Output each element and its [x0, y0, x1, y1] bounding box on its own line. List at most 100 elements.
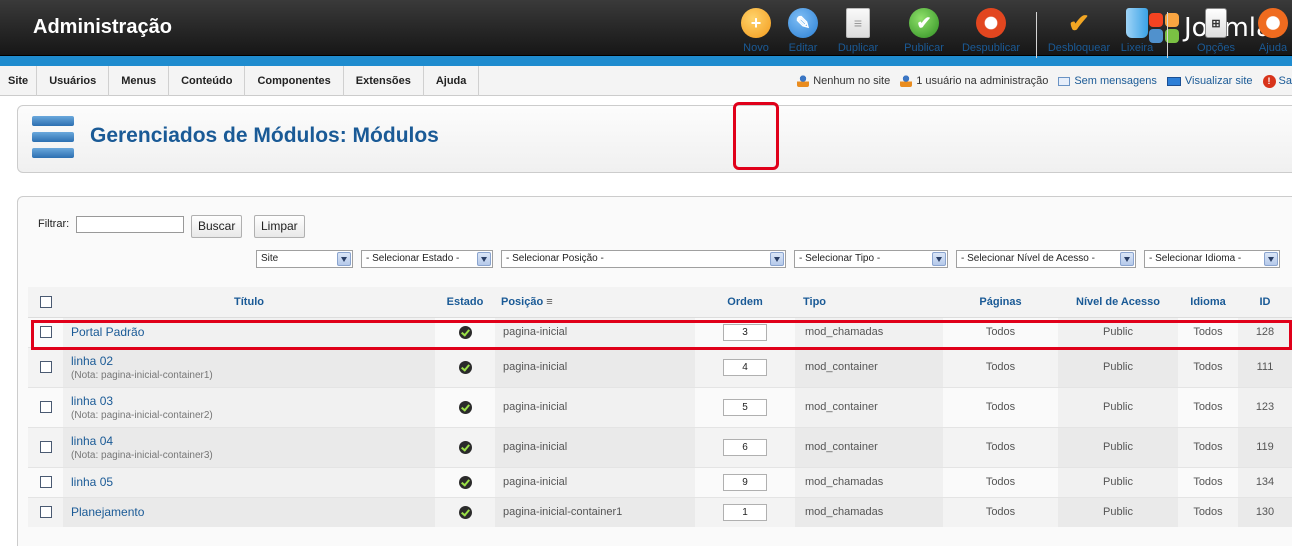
menu-conteudo[interactable]: Conteúdo [169, 66, 246, 96]
access-cell: Public [1058, 496, 1178, 527]
menu-extensoes[interactable]: Extensões [344, 66, 424, 96]
editar-button[interactable]: ✎ Editar [785, 8, 821, 54]
lixeira-button[interactable]: Lixeira [1117, 8, 1157, 54]
row-checkbox-cell [28, 426, 63, 467]
col-nivel-acesso[interactable]: Nível de Acesso [1058, 287, 1178, 318]
messages-link[interactable]: Sem mensagens [1058, 75, 1157, 87]
module-title-link[interactable]: linha 03 [71, 394, 435, 408]
position-cell: pagina-inicial [495, 346, 695, 387]
published-check-icon[interactable] [458, 475, 472, 489]
module-title-link[interactable]: Planejamento [71, 505, 435, 519]
ajuda-button[interactable]: Ajuda [1254, 8, 1292, 54]
module-title-link[interactable]: linha 02 [71, 354, 435, 368]
admin-title: Administração [33, 16, 172, 38]
buscar-button[interactable]: Buscar [191, 215, 243, 238]
row-note: (Nota: pagina-inicial-container1) [71, 369, 213, 381]
select-all-checkbox[interactable] [39, 295, 52, 308]
view-site-link[interactable]: Visualizar site [1166, 75, 1253, 87]
monitor-icon [1166, 76, 1181, 86]
published-check-icon[interactable] [458, 400, 472, 414]
admins-status: 1 usuário na administração [900, 75, 1048, 87]
tipo-select[interactable]: - Selecionar Tipo - [794, 250, 948, 268]
col-titulo[interactable]: Título [63, 287, 435, 318]
visitors-status: Nenhum no site [797, 75, 890, 87]
duplicar-button[interactable]: ≡ Duplicar [834, 8, 882, 54]
nivel-acesso-select[interactable]: - Selecionar Nível de Acesso - [956, 250, 1136, 268]
col-paginas[interactable]: Páginas [943, 287, 1058, 318]
id-cell: 130 [1238, 496, 1292, 527]
table-row[interactable]: linha 02 (Nota: pagina-inicial-container1… [28, 346, 1292, 387]
menu-componentes[interactable]: Componentes [245, 66, 344, 96]
col-idioma[interactable]: Idioma [1178, 287, 1238, 318]
main-menu: Site Usuários Menus Conteúdo Componentes… [0, 66, 480, 96]
published-check-icon[interactable] [458, 360, 472, 374]
toolbar-divider-2 [1167, 12, 1168, 58]
col-estado[interactable]: Estado [435, 287, 495, 318]
dropdown-arrow-icon [1264, 252, 1278, 266]
title-cell: linha 04 (Nota: pagina-inicial-container3… [63, 426, 435, 467]
state-cell [435, 346, 495, 387]
module-title-link[interactable]: linha 04 [71, 434, 435, 448]
site-select[interactable]: Site [256, 250, 353, 268]
menu-ajuda[interactable]: Ajuda [424, 66, 480, 96]
table-row[interactable]: linha 04 (Nota: pagina-inicial-container3… [28, 426, 1292, 467]
pages-cell: Todos [943, 346, 1058, 387]
title-cell: linha 05 [63, 466, 435, 497]
pages-cell: Todos [943, 426, 1058, 467]
posicao-select[interactable]: - Selecionar Posição - [501, 250, 786, 268]
dropdown-arrow-icon [337, 252, 351, 266]
order-input[interactable]: 5 [723, 398, 767, 416]
row-checkbox[interactable] [39, 361, 52, 374]
estado-select[interactable]: - Selecionar Estado - [361, 250, 493, 268]
exit-link[interactable]: ! Sa [1262, 74, 1292, 88]
row-checkbox[interactable] [39, 506, 52, 519]
novo-button[interactable]: + Novo [730, 8, 782, 54]
order-input[interactable]: 4 [723, 358, 767, 376]
row-checkbox[interactable] [39, 401, 52, 414]
row-checkbox[interactable] [39, 441, 52, 454]
published-check-icon[interactable] [458, 440, 472, 454]
novo-highlight [733, 102, 779, 170]
col-ordem[interactable]: Ordem [695, 287, 795, 318]
language-cell: Todos [1178, 426, 1238, 467]
order-input[interactable]: 9 [723, 473, 767, 491]
table-row[interactable]: Planejamento pagina-inicial-container1 1 mo… [28, 496, 1292, 527]
limpar-button[interactable]: Limpar [254, 215, 305, 238]
despublicar-button[interactable]: Despublicar [959, 8, 1023, 54]
row-note: (Nota: pagina-inicial-container3) [71, 449, 213, 461]
users-icon [797, 75, 810, 87]
module-title-link[interactable]: linha 05 [71, 475, 435, 489]
position-cell: pagina-inicial [495, 426, 695, 467]
row-checkbox[interactable] [39, 476, 52, 489]
language-cell: Todos [1178, 386, 1238, 427]
table-row[interactable]: linha 03 (Nota: pagina-inicial-container2… [28, 386, 1292, 427]
row-checkbox-cell [28, 346, 63, 387]
filter-label: Filtrar: [38, 218, 70, 230]
table-row[interactable]: linha 05 pagina-inicial 9 mod_chamadas Todos… [28, 466, 1292, 497]
header-accent-line [0, 56, 1292, 66]
desbloquear-button[interactable]: ✔ Desbloquear [1046, 8, 1112, 55]
idioma-select[interactable]: - Selecionar Idioma - [1144, 250, 1280, 268]
menu-menus[interactable]: Menus [109, 66, 170, 96]
publicar-button[interactable]: ✔ Publicar [900, 8, 948, 54]
order-input[interactable]: 6 [723, 438, 767, 456]
menu-usuarios[interactable]: Usuários [37, 66, 110, 96]
table-header-row: Título Estado Posição ≡ Ordem Tipo Págin… [28, 287, 1292, 318]
type-cell: mod_chamadas [795, 496, 943, 527]
dropdown-arrow-icon [770, 252, 784, 266]
trash-icon [1126, 8, 1148, 38]
id-cell: 134 [1238, 466, 1292, 497]
opcoes-button[interactable]: ⊞ Opções [1194, 8, 1238, 54]
id-cell: 111 [1238, 346, 1292, 387]
order-input[interactable]: 1 [723, 503, 767, 521]
language-cell: Todos [1178, 346, 1238, 387]
col-id[interactable]: ID [1238, 287, 1292, 318]
state-cell [435, 466, 495, 497]
published-check-icon[interactable] [458, 505, 472, 519]
col-tipo[interactable]: Tipo [795, 287, 943, 318]
options-icon: ⊞ [1205, 8, 1227, 38]
filter-search-input[interactable] [76, 216, 184, 233]
col-posicao[interactable]: Posição ≡ [495, 287, 695, 318]
menu-site[interactable]: Site [0, 66, 38, 96]
admin-users-icon [900, 75, 913, 87]
